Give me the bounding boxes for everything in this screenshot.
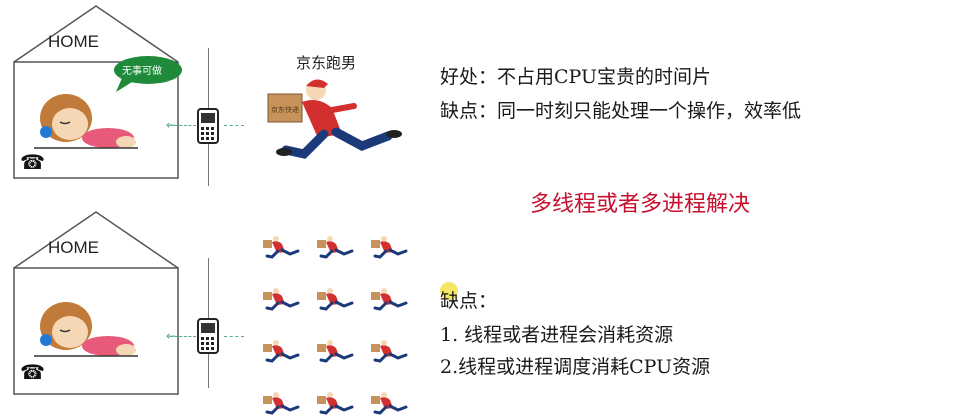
small-courier-icon — [370, 234, 410, 264]
small-courier-icon — [262, 286, 302, 316]
notes-bottom-heading: 缺点： — [440, 290, 498, 312]
advantage-text: 好处：不占用CPU宝贵的时间片 — [440, 66, 712, 88]
sleeping-person-bottom-icon — [30, 292, 140, 366]
home-label-bottom: HOME — [48, 238, 99, 257]
arrow-left-top-icon: ← — [166, 118, 177, 132]
notes-bottom-item-2: 2.线程或进程调度消耗CPU资源 — [440, 356, 711, 378]
small-courier-icon — [262, 390, 302, 420]
small-courier-icon — [370, 390, 410, 420]
small-courier-icon — [316, 390, 356, 420]
telephone-icon: ☎ — [20, 150, 45, 174]
small-courier-icon — [262, 234, 302, 264]
disadvantage-text: 缺点：同一时刻只能处理一个操作，效率低 — [440, 100, 802, 122]
cell-phone-icon — [197, 108, 219, 148]
sleeping-person-icon — [30, 84, 140, 158]
courier-grid — [262, 234, 422, 415]
small-courier-icon — [370, 286, 410, 316]
small-courier-icon — [262, 338, 302, 368]
small-courier-icon — [316, 286, 356, 316]
courier-title: 京东跑男 — [296, 54, 357, 72]
telephone-bottom-icon: ☎ — [20, 360, 45, 384]
solution-text: 多线程或者多进程解决 — [530, 192, 751, 217]
small-courier-icon — [316, 338, 356, 368]
small-courier-icon — [370, 338, 410, 368]
dash-right-bottom — [224, 336, 244, 337]
notes-bottom-item-1: 1. 线程或者进程会消耗资源 — [440, 324, 674, 346]
svg-text:京东快递: 京东快递 — [271, 105, 299, 114]
arrow-left-bottom-icon: ← — [166, 329, 177, 343]
home-label-top: HOME — [48, 32, 99, 51]
bubble-text: 无事可做 — [122, 66, 162, 77]
running-courier-icon: 京东快递 — [266, 76, 416, 176]
small-courier-icon — [316, 234, 356, 264]
cell-phone-bottom-icon — [197, 318, 219, 358]
dash-right-top — [224, 125, 244, 126]
